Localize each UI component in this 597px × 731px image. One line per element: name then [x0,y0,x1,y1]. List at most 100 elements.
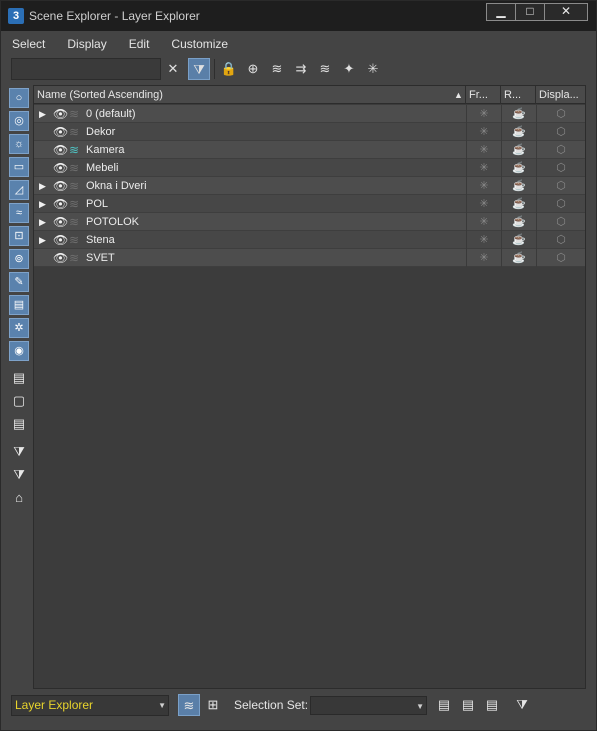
expand-arrow-icon[interactable]: ▶ [39,231,46,249]
frozen-icon[interactable]: ✳ [466,159,501,177]
lock-icon[interactable]: 🔒 [218,58,240,80]
display-box-icon[interactable]: ⬡ [536,213,585,231]
layer-icon[interactable]: ≋ [69,141,79,159]
frozen-icon[interactable]: ✳ [466,141,501,159]
frozen-icon[interactable]: ✳ [466,213,501,231]
column-name[interactable]: Name (Sorted Ascending) [34,86,466,104]
title-bar[interactable]: 3 Scene Explorer - Layer Explorer ▁ □ ✕ [1,1,596,31]
hierarchy-icon[interactable]: ⇉ [290,58,312,80]
menu-display[interactable]: Display [56,35,117,53]
lights-filter-icon[interactable]: ☼ [9,134,29,154]
layer-row[interactable]: ▶ 👁 ≋ 0 (default) ✳ ☕ ⬡ [34,105,585,123]
create-layer-icon[interactable]: ⊕ [242,58,264,80]
edit-selection-set-icon[interactable]: ▤ [433,694,455,716]
expand-arrow-icon[interactable]: ▶ [39,213,46,231]
layer-row[interactable]: ▶ 👁 ≋ POL ✳ ☕ ⬡ [34,195,585,213]
visibility-eye-icon[interactable]: 👁 [53,213,68,231]
maximize-button[interactable]: □ [515,3,545,21]
layer-icon[interactable]: ≋ [69,213,79,231]
renderable-icon[interactable]: ☕ [501,195,536,213]
select-all-icon[interactable]: ▤ [9,369,29,389]
filter-toggle-icon[interactable]: ⧩ [188,58,210,80]
renderable-icon[interactable]: ☕ [501,123,536,141]
visibility-eye-icon[interactable]: 👁 [53,159,68,177]
filter-icon[interactable]: ⧩ [9,466,29,486]
column-frozen[interactable]: Fr... [466,86,501,104]
shapes-filter-icon[interactable]: ◎ [9,111,29,131]
frozen-icon[interactable]: ✳ [466,105,501,123]
renderable-icon[interactable]: ☕ [501,177,536,195]
frozen-icon[interactable]: ✳ [466,177,501,195]
display-box-icon[interactable]: ⬡ [536,105,585,123]
display-box-icon[interactable]: ⬡ [536,177,585,195]
display-box-icon[interactable]: ⬡ [536,123,585,141]
layer-icon[interactable]: ≋ [69,231,79,249]
renderable-icon[interactable]: ☕ [501,105,536,123]
filter-off-icon[interactable]: ⧩ [9,443,29,463]
search-input[interactable] [11,58,161,80]
renderable-icon[interactable]: ☕ [501,213,536,231]
display-box-icon[interactable]: ⬡ [536,159,585,177]
close-button[interactable]: ✕ [544,3,588,21]
layer-icon[interactable]: ≋ [69,195,79,213]
display-box-icon[interactable]: ⬡ [536,249,585,267]
layer-row[interactable]: ▶ 👁 ≋ POTOLOK ✳ ☕ ⬡ [34,213,585,231]
visibility-eye-icon[interactable]: 👁 [53,141,68,159]
layer-icon[interactable]: ≋ [69,123,79,141]
layer-row[interactable]: ▶ 👁 ≋ Okna i Dveri ✳ ☕ ⬡ [34,177,585,195]
hidden-filter-icon[interactable]: ◉ [9,341,29,361]
geometry-filter-icon[interactable]: ○ [9,88,29,108]
visibility-eye-icon[interactable]: 👁 [53,249,68,267]
bones-filter-icon[interactable]: ✎ [9,272,29,292]
menu-customize[interactable]: Customize [160,35,239,53]
renderable-icon[interactable]: ☕ [501,249,536,267]
layer-icon[interactable]: ≋ [69,249,79,267]
expand-arrow-icon[interactable]: ▶ [39,177,46,195]
display-box-icon[interactable]: ⬡ [536,141,585,159]
layer-icon[interactable]: ≋ [69,105,79,123]
visibility-eye-icon[interactable]: 👁 [53,231,68,249]
containers-filter-icon[interactable]: ▤ [9,295,29,315]
layer-icon[interactable]: ≋ [69,177,79,195]
column-render[interactable]: R... [501,86,536,104]
visibility-eye-icon[interactable]: 👁 [53,195,68,213]
container-icon[interactable]: ⌂ [9,489,29,509]
renderable-icon[interactable]: ☕ [501,231,536,249]
frozen-icon[interactable]: ✳ [466,123,501,141]
expand-arrow-icon[interactable]: ▶ [39,105,46,123]
frozen-filter-icon[interactable]: ✲ [9,318,29,338]
expand-arrow-icon[interactable]: ▶ [39,195,46,213]
xrefs-filter-icon[interactable]: ⊚ [9,249,29,269]
layer-row[interactable]: 👁 ≋ Mebeli ✳ ☕ ⬡ [34,159,585,177]
menu-edit[interactable]: Edit [118,35,161,53]
layer-mode-icon[interactable]: ≋ [178,694,200,716]
remove-selection-set-icon[interactable]: ▤ [481,694,503,716]
add-to-layer-icon[interactable]: ≋ [266,58,288,80]
add-selection-set-icon[interactable]: ▤ [457,694,479,716]
visibility-eye-icon[interactable]: 👁 [53,177,68,195]
freeze-toggle-icon[interactable]: ✳ [362,58,384,80]
renderable-icon[interactable]: ☕ [501,141,536,159]
cameras-filter-icon[interactable]: ▭ [9,157,29,177]
visibility-eye-icon[interactable]: 👁 [53,105,68,123]
layer-row[interactable]: 👁 ≋ SVET ✳ ☕ ⬡ [34,249,585,267]
layer-row[interactable]: 👁 ≋ Dekor ✳ ☕ ⬡ [34,123,585,141]
frozen-icon[interactable]: ✳ [466,249,501,267]
column-display[interactable]: Displa... [536,86,585,104]
display-box-icon[interactable]: ⬡ [536,231,585,249]
menu-select[interactable]: Select [1,35,56,53]
spacewarps-filter-icon[interactable]: ≈ [9,203,29,223]
layers-icon[interactable]: ≋ [314,58,336,80]
groups-filter-icon[interactable]: ⊡ [9,226,29,246]
select-none-icon[interactable]: ▢ [9,392,29,412]
select-invert-icon[interactable]: ▤ [9,415,29,435]
renderable-icon[interactable]: ☕ [501,159,536,177]
visibility-eye-icon[interactable]: 👁 [53,123,68,141]
minimize-button[interactable]: ▁ [486,3,516,21]
hierarchy-mode-icon[interactable]: ⊞ [202,694,224,716]
frozen-icon[interactable]: ✳ [466,195,501,213]
layer-icon[interactable]: ≋ [69,159,79,177]
frozen-icon[interactable]: ✳ [466,231,501,249]
clear-search-icon[interactable]: ✕ [162,58,184,80]
filter-selection-icon[interactable]: ⧩ [511,694,533,716]
